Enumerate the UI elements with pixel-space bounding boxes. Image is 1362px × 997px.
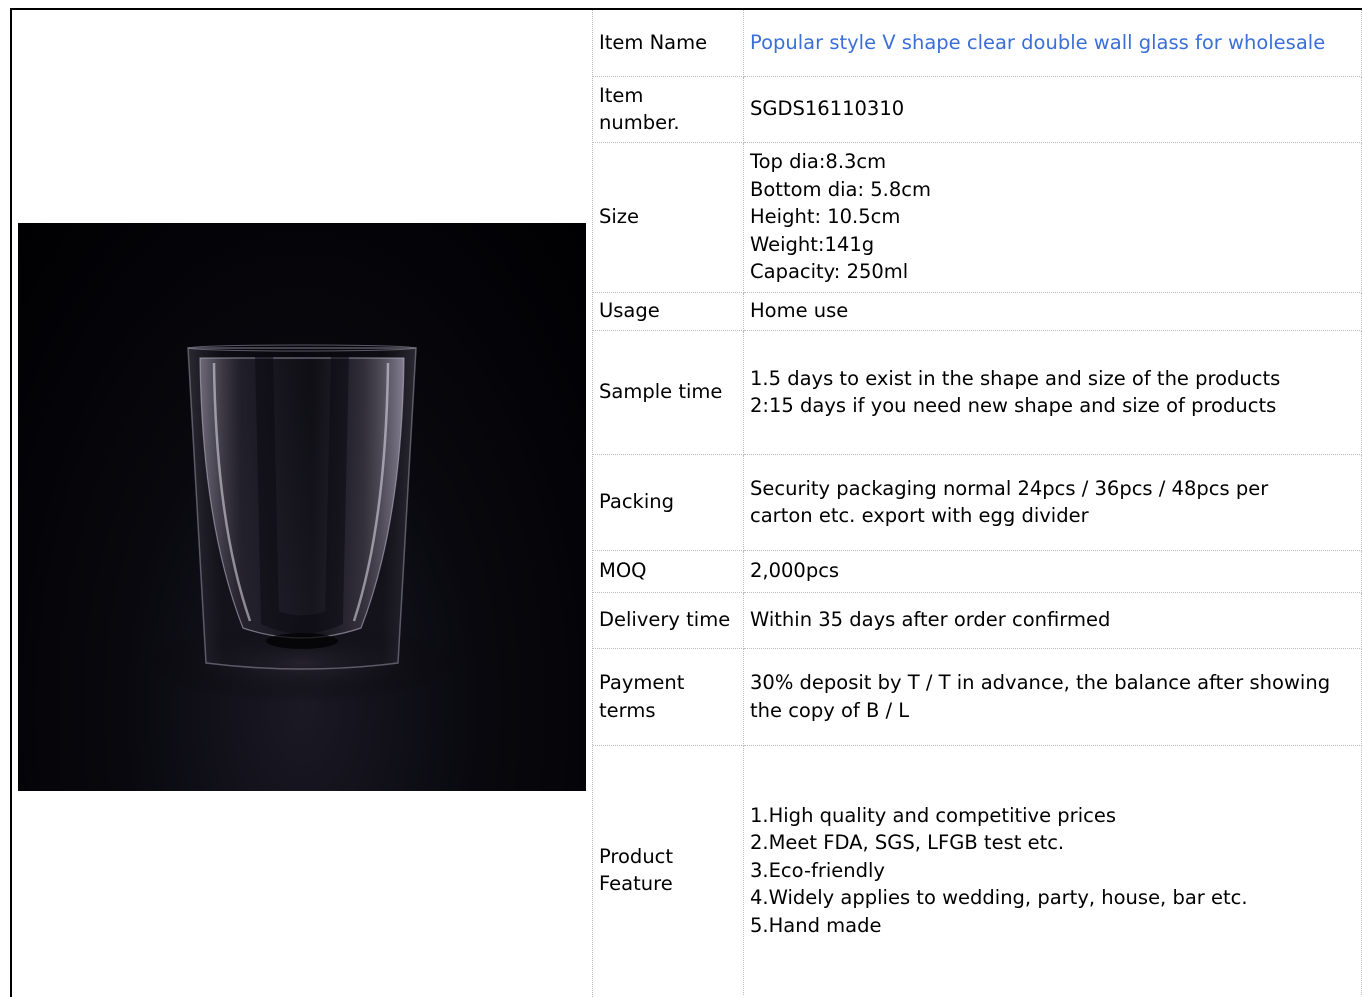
- row-label: Item Name: [593, 10, 744, 77]
- product-image-cell: [12, 10, 593, 997]
- value-line: 4.Widely applies to wedding, party, hous…: [750, 886, 1248, 909]
- value-line: 2:15 days if you need new shape and size…: [750, 394, 1277, 417]
- row-label: Packing: [593, 454, 744, 551]
- table-row-usage: Usage Home use: [593, 292, 1362, 331]
- row-value: 1.High quality and competitive prices 2.…: [743, 745, 1362, 995]
- row-label: Product Feature: [593, 745, 744, 995]
- value-line: 1.High quality and competitive prices: [750, 803, 1116, 827]
- value-line: Bottom dia: 5.8cm: [750, 177, 931, 201]
- table-row-size: Size Top dia:8.3cm Bottom dia: 5.8cm Hei…: [593, 142, 1362, 293]
- table-row-payment-terms: Payment terms 30% deposit by T / T in adv…: [593, 648, 1362, 746]
- row-value: 2,000pcs: [743, 550, 1362, 593]
- value-line: Home use: [750, 299, 849, 323]
- row-value: Security packaging normal 24pcs / 36pcs …: [743, 454, 1362, 551]
- row-label: Usage: [593, 292, 744, 331]
- value-line: 2,000pcs: [750, 559, 840, 583]
- row-label: Size: [593, 142, 744, 293]
- product-photo: [18, 223, 586, 791]
- value-line: 1.5 days to exist in the shape and size …: [750, 366, 1281, 390]
- value-line: 5.Hand made: [750, 913, 882, 937]
- table-row-product-feature: Product Feature 1.High quality and compet…: [593, 745, 1362, 995]
- row-value: Home use: [743, 292, 1362, 331]
- item-name-link[interactable]: Popular style V shape clear double wall …: [750, 29, 1355, 57]
- row-label: MOQ: [593, 550, 744, 593]
- row-value: Top dia:8.3cm Bottom dia: 5.8cm Height: …: [743, 142, 1362, 293]
- row-label: Item number.: [593, 76, 744, 143]
- table-row-delivery-time: Delivery time Within 35 days after order…: [593, 592, 1362, 649]
- value-line: 2.Meet FDA, SGS, LFGB test etc.: [750, 831, 1065, 854]
- product-spec-table: Item Name Popular style V shape clear do…: [593, 10, 1362, 995]
- value-line: SGDS16110310: [750, 97, 905, 121]
- table-row-moq: MOQ 2,000pcs: [593, 550, 1362, 593]
- table-row-packing: Packing Security packaging normal 24pcs …: [593, 454, 1362, 551]
- value-line: Weight:141g: [750, 232, 875, 256]
- row-label: Delivery time: [593, 592, 744, 649]
- double-wall-glass-image: [142, 344, 462, 703]
- table-row-sample-time: Sample time 1.5 days to exist in the sha…: [593, 330, 1362, 455]
- value-line: Top dia:8.3cm: [750, 150, 887, 174]
- row-value: 30% deposit by T / T in advance, the bal…: [743, 648, 1362, 746]
- row-label: Payment terms: [593, 648, 744, 746]
- value-line: 3.Eco-friendly: [750, 858, 885, 882]
- row-value: Popular style V shape clear double wall …: [743, 10, 1362, 77]
- value-line: Capacity: 250ml: [750, 260, 909, 284]
- value-line: Height: 10.5cm: [750, 205, 901, 229]
- value-line: 30% deposit by T / T in advance, the bal…: [750, 671, 1331, 694]
- value-line: carton etc. export with egg divider: [750, 504, 1089, 527]
- value-line: Within 35 days after order confirmed: [750, 608, 1111, 632]
- row-value: Within 35 days after order confirmed: [743, 592, 1362, 649]
- row-value: SGDS16110310: [743, 76, 1362, 143]
- row-label: Sample time: [593, 330, 744, 455]
- table-row-item-name: Item Name Popular style V shape clear do…: [593, 10, 1362, 77]
- row-value: 1.5 days to exist in the shape and size …: [743, 330, 1362, 455]
- value-line: the copy of B / L: [750, 698, 910, 722]
- value-line: Security packaging normal 24pcs / 36pcs …: [750, 476, 1269, 500]
- table-row-item-number: Item number. SGDS16110310: [593, 76, 1362, 143]
